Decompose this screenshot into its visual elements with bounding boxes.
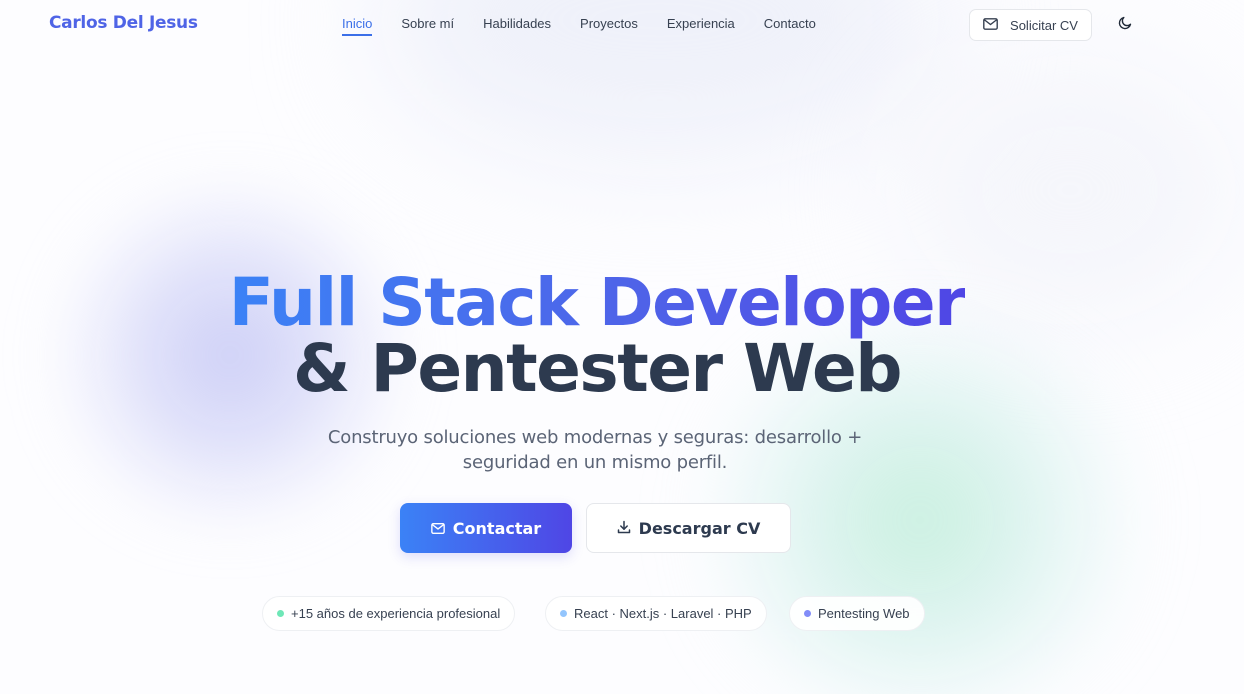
nav-item-proyectos[interactable]: Proyectos	[580, 16, 638, 36]
mail-icon	[430, 519, 445, 538]
nav-item-inicio[interactable]: Inicio	[342, 16, 373, 36]
status-dot	[560, 610, 567, 617]
status-dot	[277, 610, 284, 617]
theme-toggle-button[interactable]	[1114, 14, 1136, 36]
badge-pentesting: Pentesting Web	[789, 596, 925, 631]
nav-item-sobre-mi[interactable]: Sobre mí	[401, 16, 454, 36]
hero-subtitle: Construyo soluciones web modernas y segu…	[320, 425, 870, 475]
hero-subtitle-line2: seguridad en un mismo perfil.	[462, 452, 728, 473]
request-cv-button[interactable]: Solicitar CV	[969, 9, 1092, 41]
hero-title-line1: Full Stack Developer	[0, 270, 1194, 336]
brand-logo[interactable]: Carlos Del Jesus	[49, 13, 198, 33]
badge-experience: +15 años de experiencia profesional	[262, 596, 516, 631]
hero-title-line2: & Pentester Web	[292, 330, 903, 407]
page: Carlos Del Jesus Inicio Sobre mí Habilid…	[0, 0, 1244, 694]
download-cv-button[interactable]: Descargar CV	[586, 503, 791, 553]
badge-label: +15 años de experiencia profesional	[291, 606, 501, 621]
hero-subtitle-line1: Construyo soluciones web modernas y segu…	[327, 427, 863, 448]
mail-icon	[983, 17, 998, 33]
badge-label: React · Next.js · Laravel · PHP	[574, 606, 752, 621]
download-cv-label: Descargar CV	[638, 518, 761, 538]
nav-item-contacto[interactable]: Contacto	[764, 16, 816, 36]
nav-item-habilidades[interactable]: Habilidades	[483, 16, 551, 36]
badge-label: Pentesting Web	[818, 606, 910, 621]
badge-tech-stack: React · Next.js · Laravel · PHP	[545, 596, 767, 631]
download-icon	[617, 519, 631, 538]
moon-icon	[1118, 16, 1132, 35]
status-dot	[804, 610, 811, 617]
nav-item-experiencia[interactable]: Experiencia	[667, 16, 735, 36]
contact-button[interactable]: Contactar	[400, 503, 572, 553]
site-header: Carlos Del Jesus Inicio Sobre mí Habilid…	[0, 0, 1244, 50]
contact-button-label: Contactar	[452, 518, 542, 538]
request-cv-label: Solicitar CV	[1010, 17, 1078, 33]
main-nav: Inicio Sobre mí Habilidades Proyectos Ex…	[342, 16, 845, 36]
